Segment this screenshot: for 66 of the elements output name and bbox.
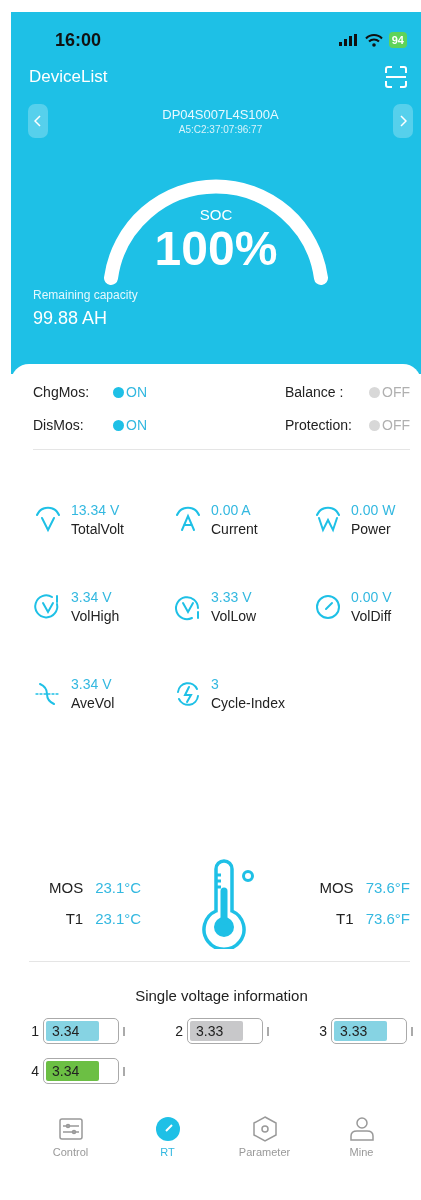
metric-label: VolDiff bbox=[351, 608, 392, 624]
cell-number: 2 bbox=[174, 1023, 183, 1039]
cell-number: 1 bbox=[30, 1023, 39, 1039]
metric-value: 3.34 V bbox=[71, 676, 113, 692]
switch-state: OFF bbox=[382, 384, 410, 400]
metric-label: TotalVolt bbox=[71, 521, 124, 537]
cell-voltage: 3.33 bbox=[340, 1023, 368, 1039]
metric-label: Cycle-Index bbox=[211, 695, 285, 711]
previous-button[interactable] bbox=[28, 104, 48, 138]
device-name: DP04S007L4S100A bbox=[162, 107, 279, 122]
wifi-icon bbox=[364, 33, 383, 47]
metric-label: AveVol bbox=[71, 695, 115, 711]
hexagon-icon bbox=[251, 1116, 278, 1142]
soc-label: SOC bbox=[199, 206, 233, 223]
temperature-value: 73.6°F bbox=[365, 879, 410, 896]
signal-icon bbox=[338, 34, 359, 46]
cell-voltage: 3.34 bbox=[52, 1063, 80, 1079]
metric-label: Current bbox=[211, 521, 258, 537]
cell-number: 3 bbox=[318, 1023, 327, 1039]
switch-label: DisMos: bbox=[33, 417, 85, 433]
chevron-left-icon bbox=[34, 115, 42, 127]
status-time: 16:00 bbox=[55, 29, 102, 51]
tab[interactable]: Control bbox=[25, 1116, 116, 1158]
device-address: A5:C2:37:07:96:77 bbox=[178, 124, 263, 135]
metric-value: 3.34 V bbox=[71, 589, 113, 605]
cell-number: 4 bbox=[30, 1063, 39, 1079]
chevron-right-icon bbox=[399, 115, 407, 127]
metric-value: 0.00 W bbox=[351, 502, 396, 518]
temperature-value: 23.1°C bbox=[95, 879, 142, 896]
power-icon bbox=[313, 504, 343, 535]
switch-state: ON bbox=[126, 384, 147, 400]
sensor-label: T1 bbox=[65, 910, 84, 927]
tab[interactable]: RT bbox=[122, 1116, 213, 1158]
sensor-label: T1 bbox=[336, 910, 354, 927]
sliders-icon bbox=[57, 1116, 84, 1142]
switch-state: ON bbox=[126, 417, 147, 433]
metric-value: 13.34 V bbox=[71, 502, 121, 518]
sensor-label: MOS bbox=[319, 879, 354, 896]
gauge-icon bbox=[154, 1116, 181, 1142]
switch-label: ChgMos: bbox=[33, 384, 91, 400]
temperature-value: 23.1°C bbox=[95, 910, 142, 927]
cell-voltage: 3.34 bbox=[52, 1023, 80, 1039]
tab[interactable]: Mine bbox=[316, 1116, 407, 1158]
sensor-label: MOS bbox=[49, 879, 84, 896]
device-list-title[interactable]: DeviceList bbox=[29, 67, 108, 87]
metric-label: VolHigh bbox=[71, 608, 120, 624]
remaining-capacity-value: 99.88 AH bbox=[33, 308, 109, 329]
metric-value: 3.33 V bbox=[211, 589, 253, 605]
temperature-value: 73.6°F bbox=[365, 910, 410, 927]
metric-label: VolLow bbox=[211, 608, 257, 624]
switch-label: Balance : bbox=[285, 384, 345, 400]
switch-label: Protection: bbox=[285, 417, 353, 433]
metric-value: 3 bbox=[211, 676, 220, 692]
switch-state: OFF bbox=[382, 417, 410, 433]
battery-level: 94 bbox=[388, 32, 407, 48]
remaining-capacity-label: Remaining capacity bbox=[33, 288, 139, 302]
next-button[interactable] bbox=[393, 104, 413, 138]
metric-label: Power bbox=[351, 521, 392, 537]
metric-value: 0.00 V bbox=[351, 589, 392, 605]
tab[interactable]: Parameter bbox=[219, 1116, 310, 1158]
section-title: Single voltage information bbox=[134, 987, 309, 1004]
cell-voltage: 3.33 bbox=[196, 1023, 224, 1039]
scan-icon[interactable] bbox=[385, 66, 407, 88]
metric-value: 0.00 A bbox=[211, 502, 252, 518]
soc-value: 100% bbox=[154, 225, 278, 273]
person-icon bbox=[348, 1116, 375, 1142]
